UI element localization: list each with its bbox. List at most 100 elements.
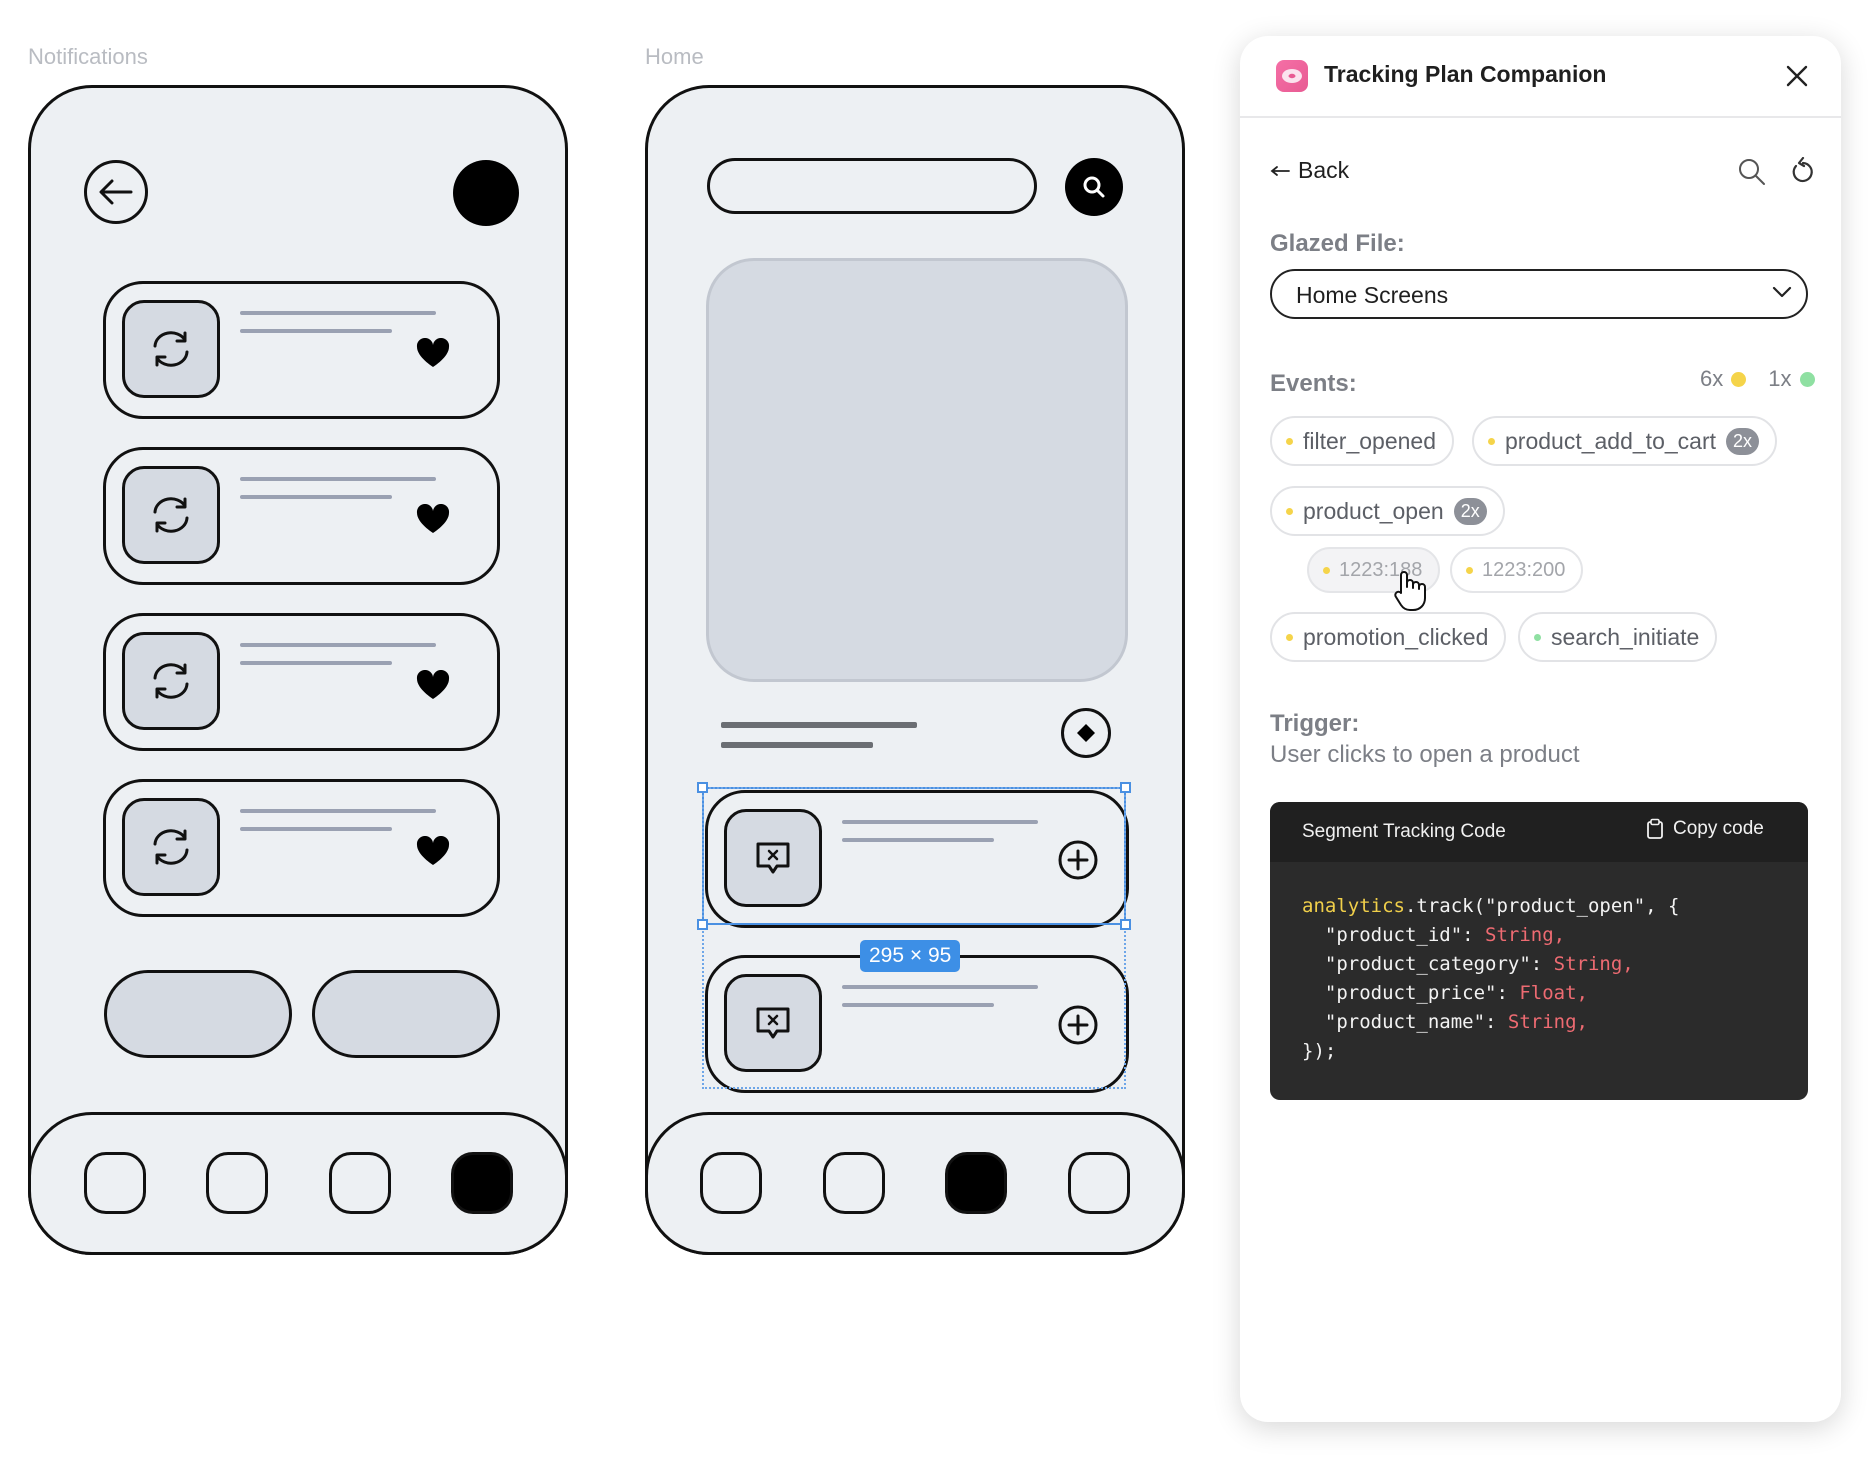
status-dot bbox=[1488, 437, 1495, 445]
status-dot bbox=[1286, 633, 1293, 641]
clipboard-icon bbox=[1646, 818, 1664, 840]
code-token: "product_name": bbox=[1302, 1011, 1508, 1033]
chevron-down-icon bbox=[1772, 285, 1792, 304]
tab-item[interactable] bbox=[84, 1152, 146, 1214]
text-placeholder-line bbox=[240, 311, 436, 315]
home-tab-bar bbox=[645, 1112, 1185, 1255]
primary-button-placeholder[interactable] bbox=[312, 970, 500, 1058]
legend-count: 1x bbox=[1768, 366, 1792, 391]
hand-pointer-icon bbox=[1390, 569, 1430, 618]
text-placeholder-line bbox=[240, 329, 392, 333]
text-placeholder-line bbox=[721, 742, 873, 748]
resize-handle[interactable] bbox=[697, 919, 708, 930]
event-chip[interactable]: promotion_clicked bbox=[1270, 612, 1507, 662]
text-placeholder-line bbox=[240, 809, 436, 813]
code-token: .track("product_open", { bbox=[1404, 895, 1680, 917]
file-select[interactable]: Home Screens bbox=[1270, 269, 1808, 319]
notifications-frame[interactable] bbox=[28, 85, 568, 1255]
diamond-icon[interactable] bbox=[1061, 708, 1111, 758]
sync-icon bbox=[122, 466, 220, 564]
tab-item[interactable] bbox=[329, 1152, 391, 1214]
notification-card[interactable] bbox=[103, 447, 500, 585]
text-placeholder-line bbox=[240, 827, 392, 831]
event-chip[interactable]: search_initiate bbox=[1518, 612, 1718, 662]
resize-handle[interactable] bbox=[1120, 782, 1131, 793]
node-chip[interactable]: 1223:200 bbox=[1450, 547, 1584, 593]
status-dot bbox=[1286, 507, 1293, 515]
code-snippet: analytics.track("product_open", { "produ… bbox=[1302, 892, 1680, 1066]
event-chip-expanded[interactable]: product_open 2x bbox=[1270, 486, 1505, 536]
code-block-title: Segment Tracking Code bbox=[1302, 821, 1506, 842]
selection-size-badge: 295 × 95 bbox=[860, 940, 961, 972]
text-placeholder-line bbox=[721, 722, 917, 728]
heart-icon[interactable] bbox=[416, 337, 450, 373]
status-dot bbox=[1534, 633, 1541, 641]
code-block-header: Segment Tracking Code Copy code bbox=[1270, 802, 1808, 862]
trigger-label: Trigger: bbox=[1270, 710, 1360, 737]
code-token: "product_id": bbox=[1302, 924, 1486, 946]
event-count-badge: 2x bbox=[1453, 497, 1487, 525]
tab-item-active[interactable] bbox=[451, 1152, 513, 1214]
notification-card[interactable] bbox=[103, 281, 500, 419]
hover-group-outline bbox=[702, 787, 1126, 1089]
status-dot bbox=[1466, 566, 1473, 574]
frame-label-notifications[interactable]: Notifications bbox=[28, 44, 148, 70]
code-token: "product_price": bbox=[1302, 982, 1520, 1004]
code-block: Segment Tracking Code Copy code analytic… bbox=[1270, 802, 1808, 1100]
frame-label-home[interactable]: Home bbox=[645, 44, 704, 70]
resize-handle[interactable] bbox=[697, 782, 708, 793]
code-token: "product_category": bbox=[1302, 953, 1554, 975]
tab-item[interactable] bbox=[823, 1152, 885, 1214]
file-section-label: Glazed File: bbox=[1270, 230, 1405, 257]
search-icon[interactable] bbox=[1737, 157, 1767, 192]
tab-item[interactable] bbox=[206, 1152, 268, 1214]
copy-code-label: Copy code bbox=[1673, 818, 1764, 839]
refresh-icon[interactable] bbox=[1790, 156, 1816, 190]
node-id: 1223:200 bbox=[1482, 558, 1566, 581]
text-placeholder-line bbox=[240, 495, 392, 499]
tab-item-active[interactable] bbox=[945, 1152, 1007, 1214]
legend-dot bbox=[1799, 371, 1815, 387]
events-legend: 6x 1x bbox=[1700, 366, 1815, 392]
arrow-left-icon bbox=[1270, 165, 1290, 177]
event-name: search_initiate bbox=[1551, 623, 1700, 650]
close-icon[interactable] bbox=[1781, 60, 1813, 92]
status-dot bbox=[1323, 566, 1330, 574]
legend-dot bbox=[1731, 371, 1747, 387]
resize-handle[interactable] bbox=[1120, 919, 1131, 930]
secondary-button-placeholder[interactable] bbox=[104, 970, 292, 1058]
code-token: }); bbox=[1302, 1040, 1337, 1062]
code-token: analytics bbox=[1302, 895, 1405, 917]
event-chip[interactable]: product_add_to_cart 2x bbox=[1472, 416, 1778, 466]
events-label: Events: bbox=[1270, 370, 1357, 397]
search-input[interactable] bbox=[707, 158, 1037, 214]
sync-icon bbox=[122, 632, 220, 730]
back-arrow-icon[interactable] bbox=[84, 160, 148, 224]
sync-icon bbox=[122, 798, 220, 896]
text-placeholder-line bbox=[240, 661, 392, 665]
heart-icon[interactable] bbox=[416, 835, 450, 871]
hero-image-placeholder[interactable] bbox=[706, 258, 1128, 682]
donut-icon bbox=[1276, 60, 1308, 92]
sync-icon bbox=[122, 300, 220, 398]
tracking-plan-panel: Tracking Plan Companion Back Glazed File… bbox=[1240, 36, 1841, 1422]
event-chip[interactable]: filter_opened bbox=[1270, 416, 1454, 466]
code-token: Float, bbox=[1519, 982, 1588, 1004]
copy-code-button[interactable]: Copy code bbox=[1646, 818, 1764, 840]
event-name: product_add_to_cart bbox=[1505, 427, 1716, 454]
notifications-tab-bar bbox=[28, 1112, 568, 1255]
event-name: filter_opened bbox=[1303, 427, 1436, 454]
search-icon[interactable] bbox=[1065, 158, 1123, 216]
notification-card[interactable] bbox=[103, 779, 500, 917]
legend-count: 6x bbox=[1700, 366, 1724, 391]
heart-icon[interactable] bbox=[416, 503, 450, 539]
tab-item[interactable] bbox=[700, 1152, 762, 1214]
notification-card[interactable] bbox=[103, 613, 500, 751]
avatar[interactable] bbox=[453, 160, 519, 226]
trigger-text: User clicks to open a product bbox=[1270, 741, 1580, 768]
event-name: promotion_clicked bbox=[1303, 623, 1489, 650]
tab-item[interactable] bbox=[1068, 1152, 1130, 1214]
heart-icon[interactable] bbox=[416, 669, 450, 705]
file-select-value: Home Screens bbox=[1296, 282, 1449, 308]
back-button[interactable]: Back bbox=[1270, 157, 1349, 184]
